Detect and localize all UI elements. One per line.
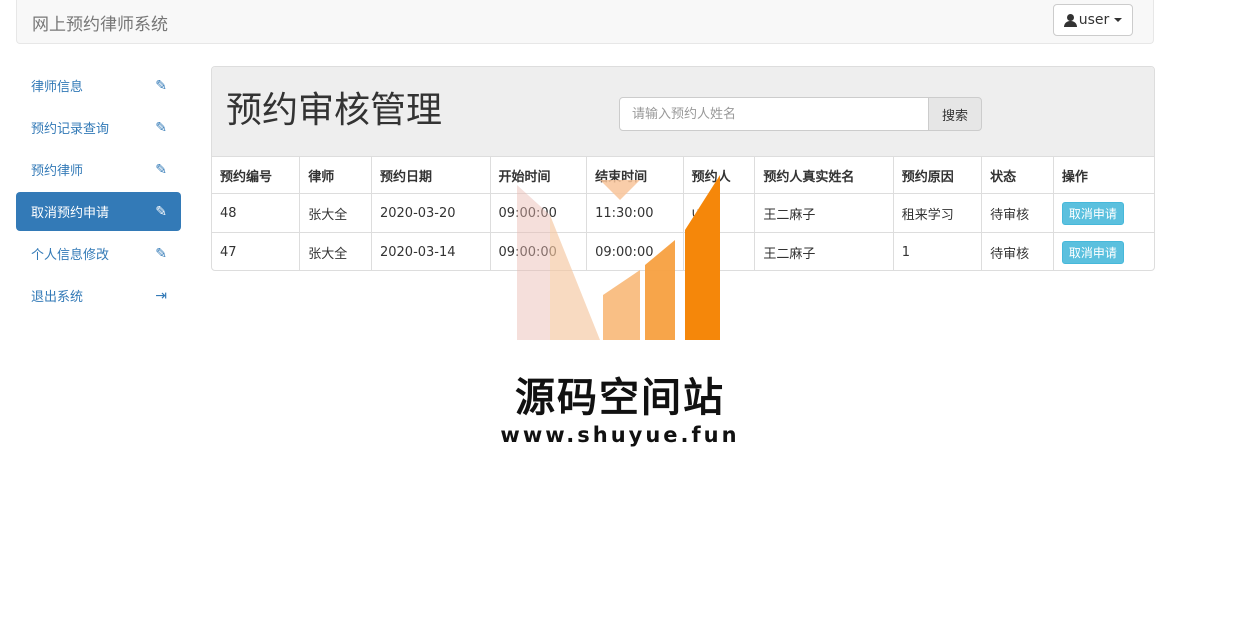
column-header: 预约人真实姓名 xyxy=(754,157,894,194)
cell-status: 待审核 xyxy=(981,193,1054,233)
cell-status: 待审核 xyxy=(981,232,1054,270)
sidebar-item-label: 个人信息修改 xyxy=(31,248,110,263)
cancel-application-button[interactable]: 取消申请 xyxy=(1061,240,1124,264)
sidebar-item-label: 预约律师 xyxy=(31,164,84,179)
cell-action: 取消申请 xyxy=(1053,233,1154,271)
sidebar-item-lawyer-info[interactable]: 律师信息 ✎ xyxy=(16,66,181,105)
cell-reason: 1 xyxy=(893,232,983,270)
column-header: 状态 xyxy=(981,157,1054,194)
column-header: 预约原因 xyxy=(893,157,983,194)
caret-down-icon xyxy=(1114,18,1123,22)
search-button[interactable]: 搜索 xyxy=(928,97,982,131)
sidebar-item-cancel-booking[interactable]: 取消预约申请 ✎ xyxy=(16,192,181,231)
cell-real-name: 王二麻子 xyxy=(754,232,894,270)
sidebar-item-book-lawyer[interactable]: 预约律师 ✎ xyxy=(16,150,181,189)
cell-id: 48 xyxy=(212,193,301,233)
cell-reason: 租来学习 xyxy=(893,193,983,233)
cell-date: 2020-03-20 xyxy=(371,193,491,233)
watermark-title: 源码空间站 xyxy=(515,375,725,421)
logout-icon: ⇥ xyxy=(155,287,167,304)
cancel-application-button[interactable]: 取消申请 xyxy=(1061,201,1124,225)
sidebar-item-booking-records[interactable]: 预约记录查询 ✎ xyxy=(16,108,181,147)
watermark-logo xyxy=(517,175,720,340)
sidebar-item-profile-edit[interactable]: 个人信息修改 ✎ xyxy=(16,234,181,273)
column-header: 操作 xyxy=(1053,157,1154,194)
pencil-icon: ✎ xyxy=(155,245,167,262)
cell-lawyer: 张大全 xyxy=(299,232,372,270)
sidebar-item-label: 退出系统 xyxy=(31,290,84,305)
page-title: 预约审核管理 xyxy=(226,90,443,131)
sidebar-item-label: 预约记录查询 xyxy=(31,122,110,137)
cell-lawyer: 张大全 xyxy=(299,193,372,233)
watermark-url: www.shuyue.fun xyxy=(500,423,740,447)
cell-date: 2020-03-14 xyxy=(371,232,491,270)
column-header: 预约日期 xyxy=(371,157,491,194)
cell-real-name: 王二麻子 xyxy=(754,193,894,233)
user-menu-button[interactable]: user xyxy=(1053,4,1133,36)
pencil-icon: ✎ xyxy=(155,203,167,220)
cell-action: 取消申请 xyxy=(1053,193,1154,233)
app-brand[interactable]: 网上预约律师系统 xyxy=(32,10,168,35)
user-icon xyxy=(1063,13,1077,27)
search-input[interactable] xyxy=(619,97,929,131)
top-navbar: 网上预约律师系统 user xyxy=(16,0,1154,44)
watermark-overlay: 源码空间站 www.shuyue.fun xyxy=(500,165,740,455)
sidebar-item-label: 取消预约申请 xyxy=(31,206,110,221)
sidebar: 律师信息 ✎ 预约记录查询 ✎ 预约律师 ✎ 取消预约申请 ✎ 个人信息修改 ✎… xyxy=(16,66,181,318)
pencil-icon: ✎ xyxy=(155,77,167,94)
column-header: 律师 xyxy=(299,157,372,194)
pencil-icon: ✎ xyxy=(155,119,167,136)
cell-id: 47 xyxy=(212,232,301,270)
panel-header: 预约审核管理 搜索 xyxy=(212,67,1154,157)
sidebar-item-label: 律师信息 xyxy=(31,80,84,95)
column-header: 预约编号 xyxy=(212,157,301,194)
user-label: user xyxy=(1078,12,1110,28)
pencil-icon: ✎ xyxy=(155,161,167,178)
sidebar-item-logout[interactable]: 退出系统 ⇥ xyxy=(16,276,181,315)
